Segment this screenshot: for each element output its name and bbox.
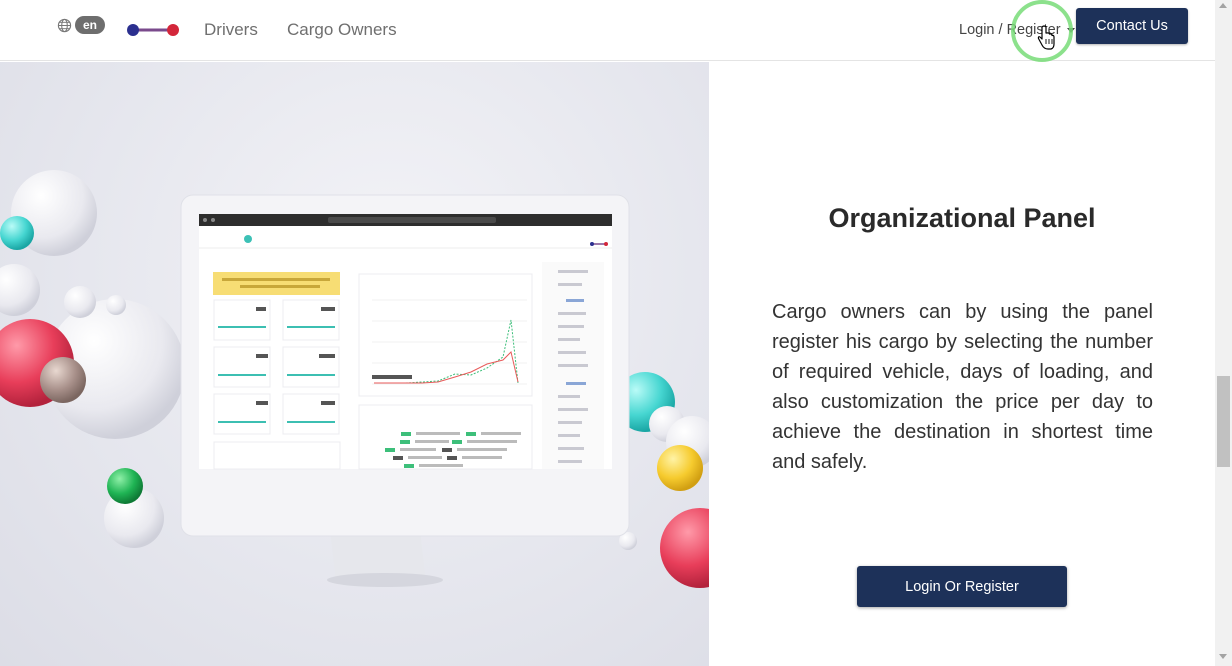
globe-icon: [57, 18, 72, 32]
login-register-dropdown[interactable]: Login / Register: [959, 22, 1075, 38]
top-navbar: en Drivers Cargo Owners Login / Register…: [0, 0, 1215, 61]
brand-logo[interactable]: [127, 22, 179, 38]
language-badge[interactable]: en: [75, 16, 106, 34]
section-description: Cargo owners can by using the panel regi…: [772, 301, 1153, 473]
scroll-up-arrow-icon[interactable]: [1219, 3, 1227, 8]
page: en Drivers Cargo Owners Login / Register…: [0, 0, 1232, 666]
monitor-illustration: [0, 170, 709, 588]
section-title: Organizational Panel: [828, 203, 1096, 233]
scrollbar-thumb[interactable]: [1217, 376, 1230, 467]
hero-illustration: [0, 62, 709, 666]
login-register-label: Login / Register: [959, 22, 1061, 38]
nav-link-cargo-owners[interactable]: Cargo Owners: [287, 20, 397, 40]
scroll-down-arrow-icon[interactable]: [1219, 654, 1227, 659]
language-switcher[interactable]: en: [57, 16, 106, 34]
login-or-register-button[interactable]: Login Or Register: [857, 566, 1067, 607]
vertical-scrollbar[interactable]: [1215, 0, 1232, 666]
nav-link-drivers[interactable]: Drivers: [204, 20, 258, 40]
contact-us-button[interactable]: Contact Us: [1076, 8, 1188, 44]
caret-down-icon: [1066, 27, 1075, 33]
